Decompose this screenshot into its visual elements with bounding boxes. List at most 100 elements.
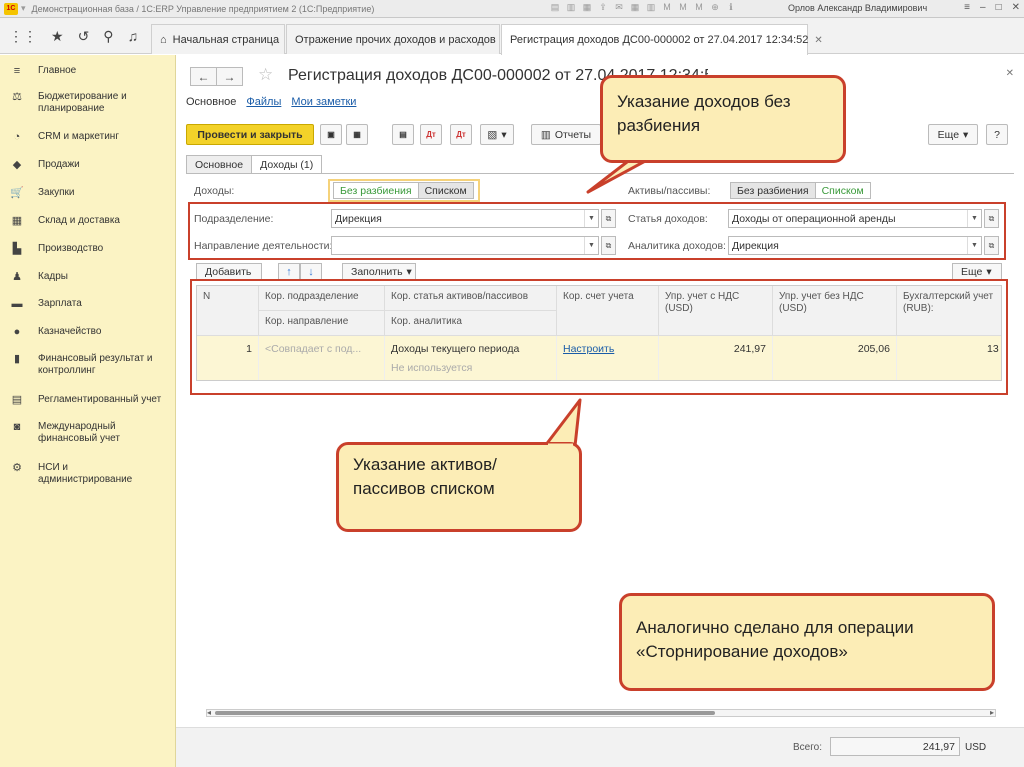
save-icon[interactable]: ▤ [550, 2, 560, 13]
chevron-down-icon: ▾ [963, 128, 969, 141]
reports-icon: ▥ [540, 128, 551, 141]
tab-home[interactable]: ⌂ Начальная страница [151, 24, 285, 54]
top-navigation: ⋮⋮ ★ ↺ ⚲ ♫ ⌂ Начальная страница Отражени… [0, 18, 1024, 55]
sidebar-item-hr[interactable]: ♟ Кадры [10, 271, 68, 283]
document-icon: ▧ [487, 128, 498, 141]
subtab-main[interactable]: Основное [186, 96, 236, 108]
subtab-files[interactable]: Файлы [246, 96, 281, 108]
total-label: Всего: [793, 742, 822, 753]
sidebar-item-admin[interactable]: ⚙ НСИ и администрирование [10, 462, 138, 486]
notifications-bell-icon[interactable]: ♫ [128, 28, 139, 44]
tab-basic[interactable]: Основное [186, 155, 253, 174]
print-icon[interactable]: ▥ [566, 2, 576, 13]
sidebar-item-regulated-accounting[interactable]: ▤ Регламентированный учет [10, 394, 161, 406]
sidebar-item-warehouse[interactable]: ▦ Склад и доставка [10, 215, 120, 227]
post-icon[interactable]: ▦ [346, 124, 368, 145]
dt-kt-movements-icon[interactable]: Дт [450, 124, 472, 145]
bar-chart-icon: ▮ [13, 353, 21, 365]
calendar-icon[interactable]: ▦ [630, 2, 640, 13]
form-tabs: Основное Доходы (1) [186, 155, 323, 174]
salary-icon: ▬ [11, 298, 23, 310]
memory-minus-icon[interactable]: M [694, 2, 704, 13]
tab-income-registration[interactable]: Регистрация доходов ДС00-000002 от 27.04… [501, 24, 823, 55]
sidebar-item-purchases[interactable]: 🛒 Закупки [10, 187, 74, 199]
close-tab-icon[interactable]: ✕ [814, 35, 822, 46]
create-based-on-button[interactable]: ▧ ▾ [480, 124, 514, 145]
assets-mode-switch: Без разбиения Списком [730, 182, 871, 199]
sidebar-item-main[interactable]: ≡ Главное [10, 65, 76, 77]
favorite-star-icon[interactable]: ☆ [258, 65, 273, 85]
budget-icon: ⚖ [12, 91, 22, 103]
fields-highlight-frame [188, 202, 1006, 260]
sales-icon: ◆ [12, 159, 22, 171]
horizontal-scrollbar[interactable]: ◂ ▸ [206, 708, 996, 717]
menu-icon: ≡ [13, 65, 21, 77]
zoom-icon[interactable]: ⊕ [710, 2, 720, 13]
post-and-close-button[interactable]: Провести и закрыть [186, 124, 314, 145]
income-mode-no-split[interactable]: Без разбиения [333, 182, 419, 199]
reports-button[interactable]: ▥ Отчеты [531, 124, 601, 145]
callout-income-no-split: Указание доходов без разбиения [600, 75, 846, 163]
close-icon[interactable]: ✕ [1012, 2, 1020, 13]
help-button[interactable]: ? [986, 124, 1008, 145]
chevron-down-icon: ▾ [986, 266, 992, 278]
total-currency: USD [965, 742, 987, 753]
favorites-star-icon[interactable]: ★ [51, 28, 64, 45]
dt-kt-icon[interactable]: Дт [420, 124, 442, 145]
sidebar-item-crm[interactable]: ◔ CRM и маркетинг [10, 131, 119, 143]
info-icon[interactable]: ℹ [726, 2, 736, 13]
more-button[interactable]: Еще ▾ [928, 124, 978, 145]
sidebar-item-production[interactable]: ▙ Производство [10, 243, 103, 255]
chevron-down-icon[interactable]: ▾ [21, 3, 26, 14]
subtab-notes[interactable]: Мои заметки [291, 96, 356, 108]
window-title: Демонстрационная база / 1С:ERP Управлени… [31, 3, 375, 14]
assets-mode-list[interactable]: Списком [814, 182, 871, 199]
income-mode-list[interactable]: Списком [417, 182, 474, 199]
scroll-left-icon[interactable]: ◂ [207, 708, 211, 717]
scroll-right-icon[interactable]: ▸ [990, 708, 994, 717]
mail-icon[interactable]: ✉ [614, 2, 624, 13]
close-icon[interactable]: ✕ [1006, 68, 1014, 79]
sidebar-item-salary[interactable]: ▬ Зарплата [10, 298, 82, 310]
nav-icons: ⋮⋮ ★ ↺ ⚲ ♫ [0, 18, 150, 54]
pie-chart-icon: ◔ [13, 131, 21, 143]
totals-footer: Всего: 241,97 USD [176, 727, 1024, 767]
total-value: 241,97 [830, 737, 960, 756]
user-name[interactable]: Орлов Александр Владимирович [788, 3, 927, 13]
history-navigation: ← → [190, 67, 243, 86]
scrollbar-thumb[interactable] [215, 711, 715, 715]
menu-icon[interactable]: ≡ [964, 2, 970, 13]
chevron-down-icon: ▾ [501, 128, 507, 141]
save-icon[interactable]: ▣ [320, 124, 342, 145]
callout-assets-list: Указание активов/пассивов списком [336, 442, 582, 532]
tab-other-income-expenses[interactable]: Отражение прочих доходов и расходов ✕ [286, 24, 510, 54]
minimize-icon[interactable]: – [980, 2, 986, 13]
sidebar-item-international-accounting[interactable]: ◙ Международный финансовый учет [10, 421, 138, 445]
preview-icon[interactable]: ▦ [582, 2, 592, 13]
table-highlight-frame [190, 279, 1008, 395]
memory-plus-icon[interactable]: M [662, 2, 672, 13]
maximize-icon[interactable]: □ [996, 2, 1002, 13]
sidebar-item-treasury[interactable]: ● Казначейство [10, 326, 102, 338]
book-icon: ▤ [11, 394, 23, 406]
income-label: Доходы: [194, 185, 235, 197]
link-icon[interactable]: ⇪ [598, 2, 608, 13]
callout-storno-note: Аналогично сделано для операции «Сторнир… [619, 593, 995, 691]
history-icon[interactable]: ↺ [78, 28, 90, 45]
warehouse-icon: ▦ [11, 215, 23, 227]
tab-divider [186, 173, 1014, 174]
sidebar-item-financial-result[interactable]: ▮ Финансовый результат и контроллинг [10, 353, 168, 377]
back-arrow-icon[interactable]: ← [190, 67, 217, 86]
list-icon[interactable]: ▤ [392, 124, 414, 145]
home-icon: ⌂ [160, 33, 167, 46]
calculator-icon[interactable]: ▥ [646, 2, 656, 13]
memory-add-icon[interactable]: M [678, 2, 688, 13]
forward-arrow-icon[interactable]: → [216, 67, 243, 86]
apps-grid-icon[interactable]: ⋮⋮ [9, 28, 37, 45]
tab-income[interactable]: Доходы (1) [251, 155, 323, 174]
assets-mode-no-split[interactable]: Без разбиения [730, 182, 816, 199]
search-icon[interactable]: ⚲ [103, 28, 113, 45]
sidebar-item-sales[interactable]: ◆ Продажи [10, 159, 80, 171]
assets-label: Активы/пассивы: [628, 185, 711, 197]
sidebar-item-budgeting[interactable]: ⚖ Бюджетирование и планирование [10, 91, 148, 115]
